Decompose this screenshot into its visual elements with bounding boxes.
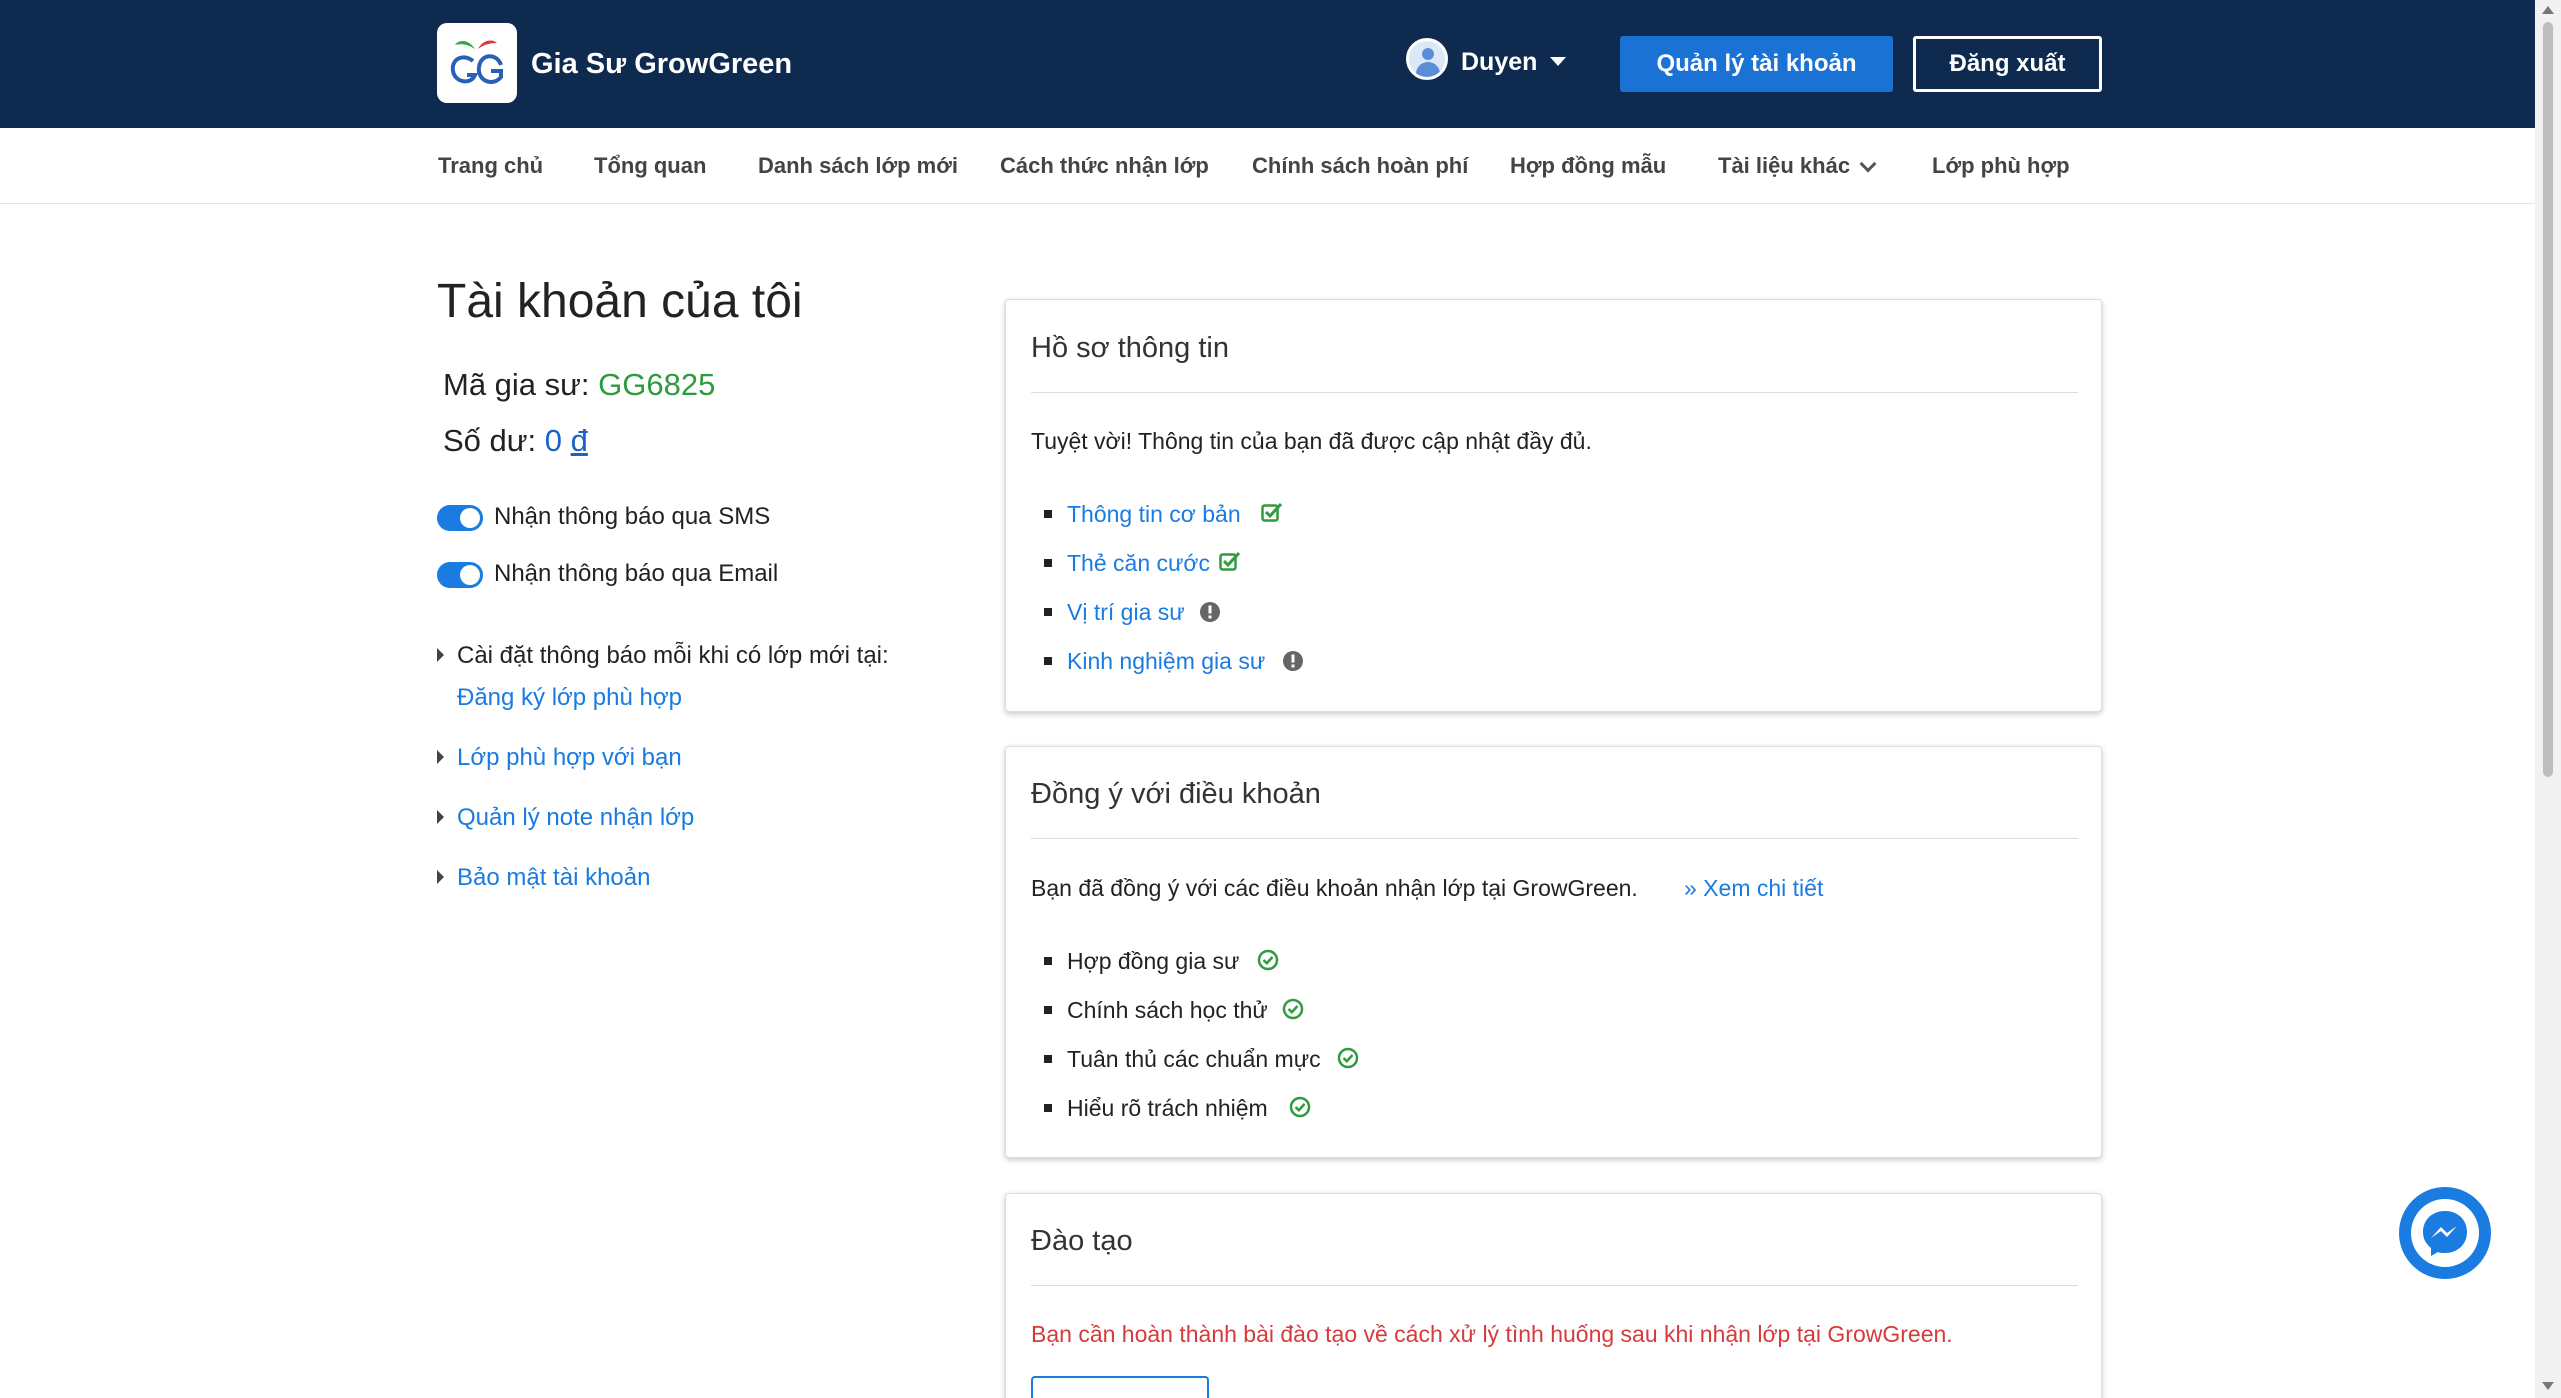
register-suitable-class-link[interactable]: Đăng ký lớp phù hợp xyxy=(457,683,682,713)
terms-item: Tuân thủ các chuẩn mực xyxy=(1067,1046,1321,1072)
bullet-icon xyxy=(1044,1104,1052,1112)
balance-label: Số dư: xyxy=(443,423,537,458)
sms-notification-toggle[interactable] xyxy=(437,505,483,531)
user-avatar-icon[interactable] xyxy=(1406,38,1448,80)
check-square-icon xyxy=(1261,502,1283,522)
tutor-code-value: GG6825 xyxy=(598,367,716,402)
nav-item-home[interactable]: Trang chủ xyxy=(438,152,543,180)
bullet-icon xyxy=(1044,1055,1052,1063)
messenger-icon xyxy=(2423,1211,2467,1256)
bullet-icon xyxy=(1044,657,1052,665)
bullet-icon xyxy=(1044,957,1052,965)
terms-item: Chính sách học thử xyxy=(1067,997,1268,1023)
caret-right-icon xyxy=(437,870,444,884)
terms-card-message: Bạn đã đồng ý với các điều khoản nhận lớ… xyxy=(1031,875,1638,901)
main-nav: Trang chủ Tổng quan Danh sách lớp mới Cá… xyxy=(0,128,2535,204)
sms-toggle-label: Nhận thông báo qua SMS xyxy=(494,503,771,530)
training-card-title: Đào tạo xyxy=(1031,1225,1133,1257)
caret-down-icon[interactable] xyxy=(1550,57,1566,66)
balance-value: 0 xyxy=(544,423,563,458)
balance: Số dư: 0 đ xyxy=(443,421,588,461)
tutor-code-label: Mã gia sư: xyxy=(443,367,590,402)
manage-account-button[interactable]: Quản lý tài khoản xyxy=(1620,36,1893,92)
nav-item-overview[interactable]: Tổng quan xyxy=(594,152,706,180)
start-training-button[interactable] xyxy=(1031,1376,1209,1398)
scroll-up-icon[interactable] xyxy=(2542,6,2554,14)
chevron-down-icon[interactable] xyxy=(1859,155,1877,173)
bullet-icon xyxy=(1044,510,1052,518)
nav-item-other-docs[interactable]: Tài liệu khác xyxy=(1718,152,1850,180)
logout-button[interactable]: Đăng xuất xyxy=(1913,36,2102,92)
vertical-scrollbar[interactable] xyxy=(2535,0,2561,1398)
id-card-link[interactable]: Thẻ căn cước xyxy=(1067,548,1210,578)
nav-item-suitable-classes[interactable]: Lớp phù hợp xyxy=(1932,152,2070,180)
account-security-link[interactable]: Bảo mật tài khoản xyxy=(457,863,650,893)
page-title: Tài khoản của tôi xyxy=(437,275,803,328)
growgreen-logo[interactable] xyxy=(437,23,517,103)
nav-item-refund-policy[interactable]: Chính sách hoàn phí xyxy=(1252,152,1468,180)
check-circle-icon xyxy=(1289,1096,1311,1118)
profile-card-title: Hồ sơ thông tin xyxy=(1031,332,1229,364)
view-details-link[interactable]: » Xem chi tiết xyxy=(1684,873,1823,903)
bullet-icon xyxy=(1044,608,1052,616)
terms-item: Hợp đồng gia sư xyxy=(1067,948,1240,974)
balance-currency[interactable]: đ xyxy=(571,423,588,458)
caret-right-icon xyxy=(437,810,444,824)
nav-item-new-classes[interactable]: Danh sách lớp mới xyxy=(758,152,958,180)
check-square-icon xyxy=(1219,551,1241,571)
caret-right-icon xyxy=(437,750,444,764)
tutor-code: Mã gia sư: GG6825 xyxy=(443,365,715,405)
nav-item-sample-contract[interactable]: Hợp đồng mẫu xyxy=(1510,152,1666,180)
email-toggle-label: Nhận thông báo qua Email xyxy=(494,560,779,587)
basic-info-link[interactable]: Thông tin cơ bản xyxy=(1067,499,1241,529)
tutor-experience-link[interactable]: Kinh nghiệm gia sư xyxy=(1067,646,1265,676)
check-circle-icon xyxy=(1257,949,1279,971)
brand-name[interactable]: Gia Sư GrowGreen xyxy=(531,46,792,82)
terms-item: Hiểu rõ trách nhiệm xyxy=(1067,1095,1268,1121)
training-card-message: Bạn cần hoàn thành bài đào tạo về cách x… xyxy=(1031,1321,1953,1347)
nav-item-how-to-get-class[interactable]: Cách thức nhận lớp xyxy=(1000,152,1209,180)
divider xyxy=(1031,1285,2078,1286)
scroll-down-icon[interactable] xyxy=(2542,1382,2554,1390)
training-card: Đào tạo Bạn cần hoàn thành bài đào tạo v… xyxy=(1005,1193,2102,1398)
check-circle-icon xyxy=(1282,998,1304,1020)
top-bar: Gia Sư GrowGreen Duyen Quản lý tài khoản… xyxy=(0,0,2535,128)
terms-card: Đồng ý với điều khoản Bạn đã đồng ý với … xyxy=(1005,746,2102,1158)
caret-right-icon xyxy=(437,648,444,662)
class-notes-link[interactable]: Quản lý note nhận lớp xyxy=(457,803,694,833)
profile-card: Hồ sơ thông tin Tuyệt vời! Thông tin của… xyxy=(1005,299,2102,712)
suitable-classes-link[interactable]: Lớp phù hợp với bạn xyxy=(457,743,682,773)
bullet-icon xyxy=(1044,1006,1052,1014)
messenger-chat-button[interactable] xyxy=(2399,1187,2491,1279)
terms-card-title: Đồng ý với điều khoản xyxy=(1031,778,1321,810)
profile-card-message: Tuyệt vời! Thông tin của bạn đã được cập… xyxy=(1031,428,1592,454)
email-notification-toggle[interactable] xyxy=(437,562,483,588)
tutor-location-link[interactable]: Vị trí gia sư xyxy=(1067,597,1185,627)
exclamation-circle-icon xyxy=(1200,602,1220,622)
check-circle-icon xyxy=(1337,1047,1359,1069)
user-menu-name[interactable]: Duyen xyxy=(1461,46,1537,78)
notify-setting-text: Cài đặt thông báo mỗi khi có lớp mới tại… xyxy=(457,642,889,669)
scrollbar-thumb[interactable] xyxy=(2543,22,2553,777)
bullet-icon xyxy=(1044,559,1052,567)
exclamation-circle-icon xyxy=(1283,651,1303,671)
divider xyxy=(1031,838,2078,839)
divider xyxy=(1031,392,2078,393)
